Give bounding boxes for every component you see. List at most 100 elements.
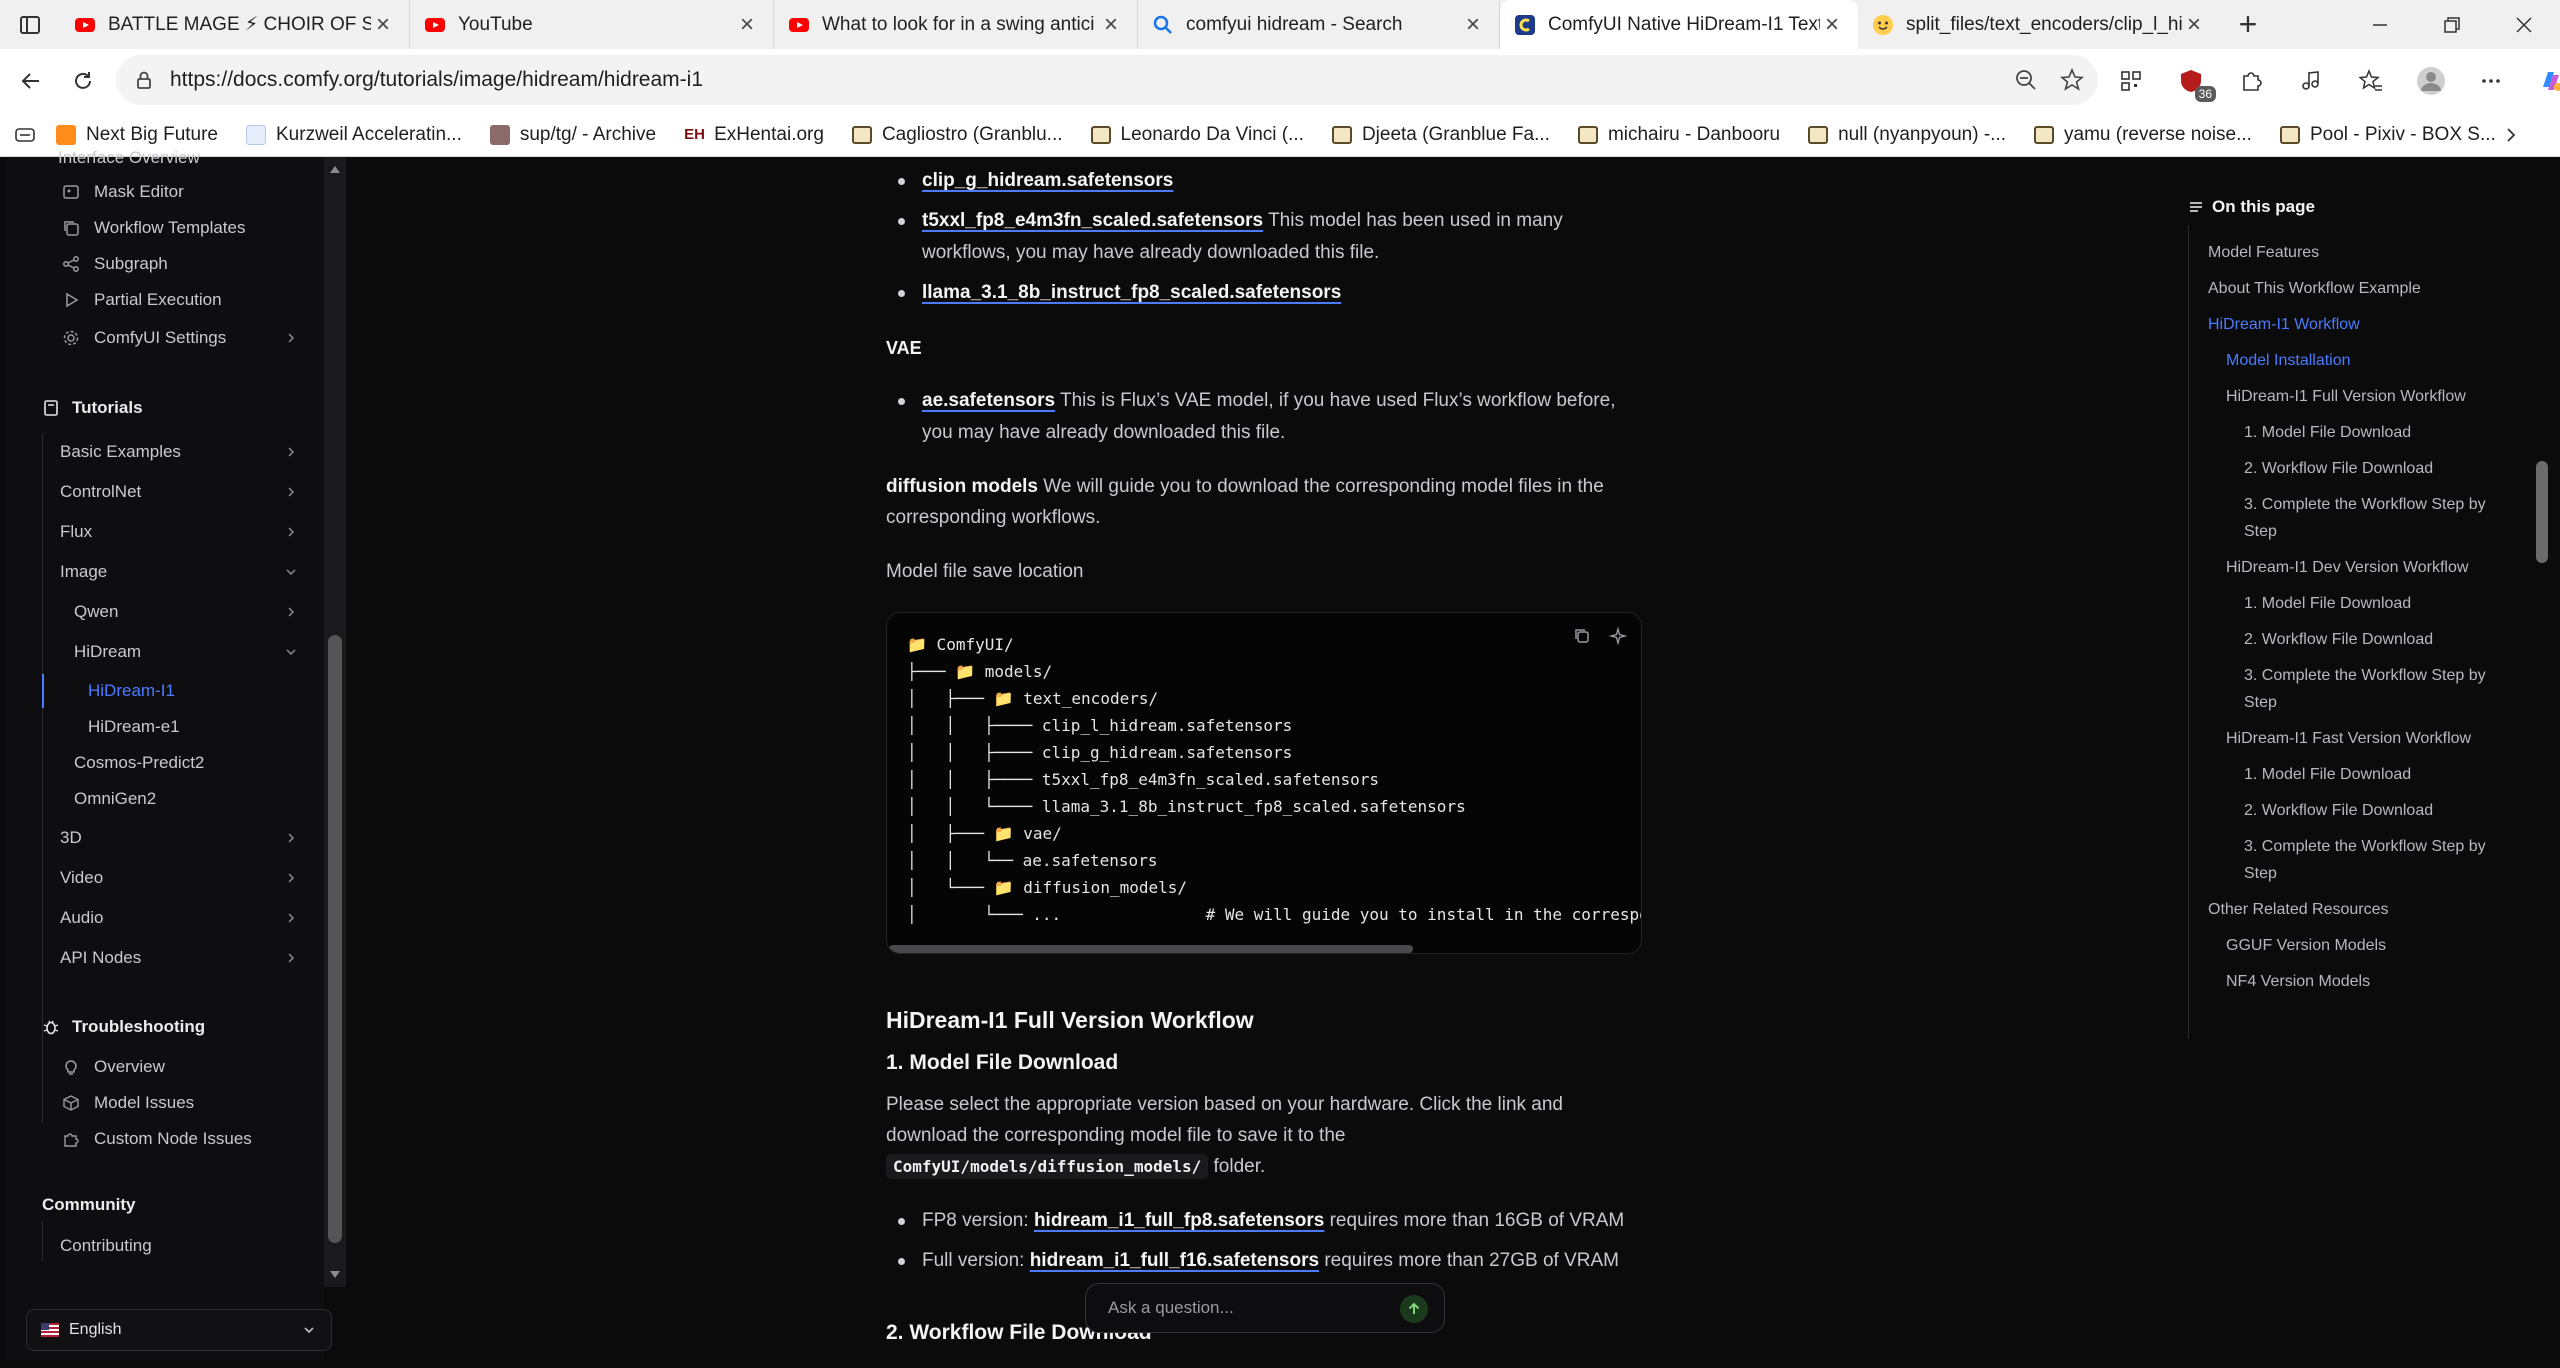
tab-comfyui-active[interactable]: ComfyUI Native HiDream-I1 Text- × xyxy=(1500,0,1858,49)
new-tab-button[interactable]: + xyxy=(2220,0,2276,49)
bookmark-sup-tg[interactable]: sup/tg/ - Archive xyxy=(489,124,656,146)
toc-item-full-steps[interactable]: 3. Complete the Workflow Step by Step xyxy=(2244,491,2494,545)
toc-item-dev-version[interactable]: HiDream-I1 Dev Version Workflow xyxy=(2226,554,2496,581)
close-tab-icon[interactable]: × xyxy=(1099,12,1123,37)
toc-item-model-installation[interactable]: Model Installation xyxy=(2226,347,2496,374)
bookmark-exhentai[interactable]: EH ExHentai.org xyxy=(684,124,824,146)
tab-youtube[interactable]: YouTube × xyxy=(410,0,774,49)
close-tab-icon[interactable]: × xyxy=(371,12,395,37)
toc-item-full-workflow-download[interactable]: 2. Workflow File Download xyxy=(2244,455,2494,482)
sidebar-item-contributing[interactable]: Contributing xyxy=(60,1229,306,1263)
sidebar-item-custom-node-issues[interactable]: Custom Node Issues xyxy=(62,1122,362,1156)
sidebar-item-image[interactable]: Image xyxy=(60,555,306,589)
model-link[interactable]: hidream_i1_full_f16.safetensors xyxy=(1030,1250,1319,1271)
toc-item-model-features[interactable]: Model Features xyxy=(2208,239,2478,266)
tab-battle-mage[interactable]: BATTLE MAGE ⚡ CHOIR OF SPELL × xyxy=(60,0,410,49)
toc-item-fast-steps[interactable]: 3. Complete the Workflow Step by Step xyxy=(2244,833,2494,887)
restore-button[interactable] xyxy=(2416,0,2488,49)
sidebar-item-subgraph[interactable]: Subgraph xyxy=(62,247,362,281)
refresh-button[interactable] xyxy=(56,54,110,108)
model-link[interactable]: ae.safetensors xyxy=(922,390,1055,411)
language-selector[interactable]: English xyxy=(26,1309,332,1351)
bookmark-cagliostro[interactable]: Cagliostro (Granblu... xyxy=(851,124,1063,146)
scroll-up-icon[interactable] xyxy=(324,161,346,179)
sidebar-item-cosmos-predict2[interactable]: Cosmos-Predict2 xyxy=(74,746,306,780)
model-link[interactable]: hidream_i1_full_fp8.safetensors xyxy=(1034,1210,1324,1231)
toc-item-gguf[interactable]: GGUF Version Models xyxy=(2226,932,2496,959)
copilot-button[interactable] xyxy=(2528,58,2560,104)
toc-item-hidream-i1-workflow[interactable]: HiDream-I1 Workflow xyxy=(2208,311,2478,338)
bookmark-djeeta[interactable]: Djeeta (Granblue Fa... xyxy=(1331,124,1550,146)
sidebar-item-video[interactable]: Video xyxy=(60,861,306,895)
close-tab-icon[interactable]: × xyxy=(1461,12,1485,37)
chevron-right-icon[interactable] xyxy=(2502,126,2520,144)
sidebar-item-mask-editor[interactable]: Mask Editor xyxy=(62,175,362,209)
sidebar-item-hidream-e1[interactable]: HiDream-e1 xyxy=(88,710,306,744)
sidebar-item-workflow-templates[interactable]: Workflow Templates xyxy=(62,211,362,245)
reading-list-icon[interactable] xyxy=(14,124,36,146)
toc-item-about-workflow[interactable]: About This Workflow Example xyxy=(2208,275,2478,302)
adblock-extension-button[interactable]: 36 xyxy=(2168,58,2216,104)
model-link[interactable]: t5xxl_fp8_e4m3fn_scaled.safetensors xyxy=(922,210,1263,231)
toc-item-dev-workflow-download[interactable]: 2. Workflow File Download xyxy=(2244,626,2494,653)
sidebar-item-basic-examples[interactable]: Basic Examples xyxy=(60,435,306,469)
close-window-button[interactable] xyxy=(2488,0,2560,49)
tab-search[interactable]: comfyui hidream - Search × xyxy=(1138,0,1500,49)
toc-item-other-resources[interactable]: Other Related Resources xyxy=(2208,896,2478,923)
sidebar-item-model-issues[interactable]: Model Issues xyxy=(62,1086,362,1120)
bookmark-pool-pixiv[interactable]: Pool - Pixiv - BOX S... xyxy=(2279,124,2496,146)
model-link[interactable]: clip_g_hidream.safetensors xyxy=(922,170,1173,191)
toc-item-nf4[interactable]: NF4 Version Models xyxy=(2226,968,2496,995)
address-bar[interactable]: https://docs.comfy.org/tutorials/image/h… xyxy=(116,55,2098,105)
close-tab-icon[interactable]: × xyxy=(1820,12,1844,37)
close-tab-icon[interactable]: × xyxy=(735,12,759,37)
toc-item-fast-workflow-download[interactable]: 2. Workflow File Download xyxy=(2244,797,2494,824)
bookmark-michairu[interactable]: michairu - Danbooru xyxy=(1577,124,1780,146)
media-button[interactable] xyxy=(2288,58,2334,104)
bookmark-leonardo[interactable]: Leonardo Da Vinci (... xyxy=(1090,124,1304,146)
bookmark-null[interactable]: null (nyanpyoun) -... xyxy=(1808,124,2006,146)
ask-question-input[interactable]: Ask a question... xyxy=(1085,1283,1445,1333)
sidebar-item-interface-overview[interactable]: Interface Overview xyxy=(58,141,358,175)
tab-split-files[interactable]: split_files/text_encoders/clip_l_hid × xyxy=(1858,0,2220,49)
sidebar-item-partial-execution[interactable]: Partial Execution xyxy=(62,283,362,317)
minimize-button[interactable] xyxy=(2344,0,2416,49)
toc-item-fast-version[interactable]: HiDream-I1 Fast Version Workflow xyxy=(2226,725,2496,752)
tab-actions-button[interactable] xyxy=(0,0,60,49)
extensions-button[interactable] xyxy=(2228,58,2274,104)
sidebar-scrollbar[interactable] xyxy=(324,157,346,1287)
toc-item-full-version[interactable]: HiDream-I1 Full Version Workflow xyxy=(2226,383,2496,410)
sidebar-item-overview[interactable]: Overview xyxy=(62,1050,362,1084)
tab-swing[interactable]: What to look for in a swing antici × xyxy=(774,0,1138,49)
qr-code-button[interactable] xyxy=(2108,58,2154,104)
toc-item-fast-download[interactable]: 1. Model File Download xyxy=(2244,761,2494,788)
sidebar-item-comfyui-settings[interactable]: ComfyUI Settings xyxy=(62,321,306,355)
scroll-down-icon[interactable] xyxy=(324,1265,346,1283)
code-block[interactable]: 📁 ComfyUI/ ├─── 📁 models/ │ ├─── 📁 text_… xyxy=(886,612,1642,954)
sidebar-item-controlnet[interactable]: ControlNet xyxy=(60,475,306,509)
sidebar-item-hidream[interactable]: HiDream xyxy=(74,635,306,669)
sidebar-item-hidream-i1[interactable]: HiDream-I1 xyxy=(88,674,306,708)
sidebar-item-3d[interactable]: 3D xyxy=(60,821,306,855)
toc-item-dev-steps[interactable]: 3. Complete the Workflow Step by Step xyxy=(2244,662,2494,716)
back-button[interactable] xyxy=(4,54,58,108)
toc-item-full-download[interactable]: 1. Model File Download xyxy=(2244,419,2494,446)
close-tab-icon[interactable]: × xyxy=(2182,12,2206,37)
sidebar-item-audio[interactable]: Audio xyxy=(60,901,306,935)
sidebar-item-qwen[interactable]: Qwen xyxy=(74,595,306,629)
page-scroll-thumb[interactable] xyxy=(2536,461,2548,563)
sidebar-item-api-nodes[interactable]: API Nodes xyxy=(60,941,306,975)
model-link[interactable]: llama_3.1_8b_instruct_fp8_scaled.safeten… xyxy=(922,282,1341,303)
zoom-out-icon[interactable] xyxy=(2014,68,2038,92)
settings-more-button[interactable] xyxy=(2468,58,2514,104)
favorites-button[interactable] xyxy=(2348,58,2394,104)
code-horizontal-scrollbar[interactable] xyxy=(889,945,1413,953)
sidebar-scroll-thumb[interactable] xyxy=(328,635,342,1243)
favorite-star-icon[interactable] xyxy=(2060,68,2084,92)
sidebar-item-omnigen2[interactable]: OmniGen2 xyxy=(74,782,306,816)
sidebar-item-flux[interactable]: Flux xyxy=(60,515,306,549)
bookmark-yamu[interactable]: yamu (reverse noise... xyxy=(2034,124,2252,146)
profile-button[interactable] xyxy=(2408,58,2454,104)
toc-item-dev-download[interactable]: 1. Model File Download xyxy=(2244,590,2494,617)
page-scrollbar[interactable] xyxy=(2532,157,2554,1368)
